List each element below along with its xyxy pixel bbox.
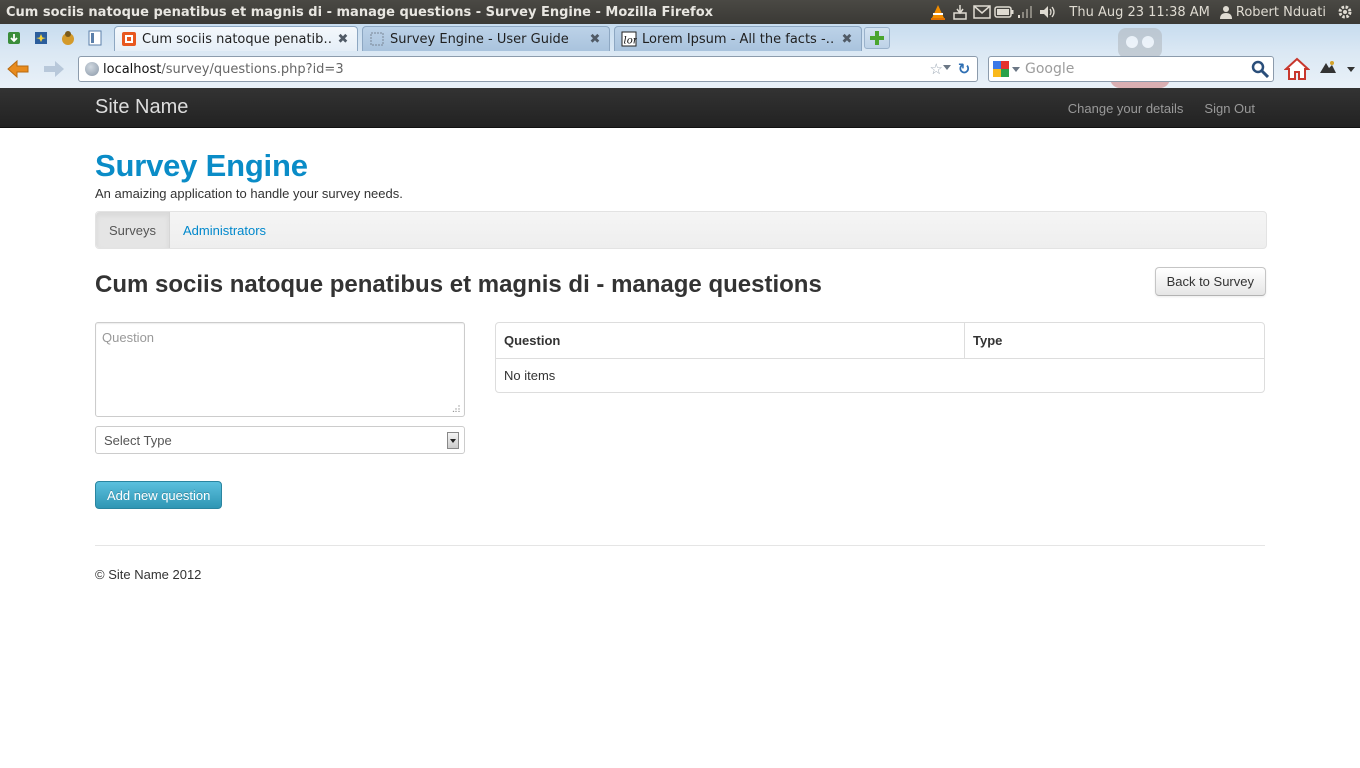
- user-name: Robert Nduati: [1235, 4, 1326, 20]
- user-icon: [1219, 6, 1232, 19]
- tab-label: Lorem Ipsum - All the facts -…: [642, 31, 835, 47]
- close-icon[interactable]: ✖: [587, 31, 603, 47]
- url-path: /survey/questions.php?id=3: [161, 61, 344, 77]
- tab-favicon-icon: [121, 31, 137, 47]
- questions-table: Question Type No items: [495, 322, 1265, 393]
- page-icon[interactable]: [83, 27, 106, 49]
- star-icon[interactable]: ☆: [930, 60, 943, 78]
- gear-icon[interactable]: [1334, 0, 1356, 24]
- select-value: Select Type: [104, 432, 172, 448]
- site-navbar: Site Name Change your details Sign Out: [0, 88, 1360, 128]
- navigation-toolbar: localhost/survey/questions.php?id=3 ☆ ↻ …: [0, 53, 1360, 86]
- update-icon[interactable]: [949, 0, 971, 24]
- subnav-item-administrators[interactable]: Administrators: [170, 212, 279, 248]
- footer-copyright: © Site Name 2012: [95, 567, 202, 582]
- tab-strip: Cum sociis natoque penatib… ✖ Survey Eng…: [0, 24, 1360, 51]
- subnav-item-surveys[interactable]: Surveys: [96, 212, 170, 248]
- table-header-row: Question Type: [496, 323, 1264, 358]
- app-tagline: An amaizing application to handle your s…: [95, 186, 403, 201]
- tab-lorem-ipsum[interactable]: lor Lorem Ipsum - All the facts -… ✖: [614, 26, 862, 51]
- add-question-button[interactable]: Add new question: [95, 481, 223, 509]
- plus-icon: [870, 31, 884, 45]
- battery-icon[interactable]: [993, 0, 1015, 24]
- addon-icon[interactable]: [56, 27, 79, 49]
- clock[interactable]: Thu Aug 23 11:38 AM: [1059, 5, 1219, 20]
- url-bar[interactable]: localhost/survey/questions.php?id=3 ☆ ↻: [78, 56, 978, 82]
- url-host: localhost: [103, 61, 162, 77]
- volume-icon[interactable]: [1037, 0, 1059, 24]
- close-icon[interactable]: ✖: [839, 31, 855, 47]
- table-row: No items: [496, 358, 1264, 392]
- mail-icon[interactable]: [971, 0, 993, 24]
- brand-link[interactable]: Site Name: [95, 96, 188, 119]
- question-input[interactable]: [95, 322, 465, 417]
- addon-toolbar-icon[interactable]: [1318, 59, 1340, 79]
- tab-label: Cum sociis natoque penatib…: [142, 31, 331, 47]
- column-header-question: Question: [504, 333, 561, 348]
- forward-arrow-icon[interactable]: [40, 57, 68, 81]
- new-tab-button[interactable]: [864, 27, 890, 49]
- app-title: Survey Engine: [95, 148, 308, 183]
- search-placeholder: Google: [1025, 61, 1075, 77]
- google-icon[interactable]: [993, 61, 1009, 77]
- close-icon[interactable]: ✖: [335, 31, 351, 47]
- tab-label: Survey Engine - User Guide: [390, 31, 569, 47]
- chevron-down-icon[interactable]: [447, 432, 459, 449]
- search-icon[interactable]: [1251, 60, 1269, 78]
- footer-divider: [95, 545, 1265, 546]
- user-menu[interactable]: Robert Nduati: [1219, 4, 1334, 20]
- tab-user-guide[interactable]: Survey Engine - User Guide ✖: [362, 26, 610, 51]
- back-arrow-icon[interactable]: [4, 57, 32, 81]
- window-title: Cum sociis natoque penatibus et magnis d…: [6, 4, 714, 20]
- chevron-down-icon[interactable]: [1012, 67, 1020, 72]
- chevron-down-icon[interactable]: [1347, 67, 1355, 72]
- empty-table-message: No items: [496, 358, 1264, 392]
- svg-text:lor: lor: [624, 36, 638, 47]
- sign-out-link[interactable]: Sign Out: [1204, 101, 1255, 116]
- os-top-panel: Cum sociis natoque penatibus et magnis d…: [0, 0, 1360, 24]
- tab-favicon-icon: lor: [621, 31, 637, 47]
- globe-icon: [85, 62, 99, 76]
- search-bar[interactable]: Google: [988, 56, 1274, 82]
- vlc-icon[interactable]: [927, 0, 949, 24]
- home-icon[interactable]: [1284, 56, 1310, 82]
- browser-chrome: Cum sociis natoque penatib… ✖ Survey Eng…: [0, 24, 1360, 88]
- sub-navigation: Surveys Administrators: [95, 211, 1267, 249]
- question-type-select[interactable]: Select Type: [95, 426, 465, 454]
- change-details-link[interactable]: Change your details: [1068, 101, 1184, 116]
- back-to-survey-button[interactable]: Back to Survey: [1154, 267, 1266, 296]
- reload-icon[interactable]: ↻: [955, 60, 973, 78]
- page-title: Cum sociis natoque penatibus et magnis d…: [95, 271, 822, 298]
- resize-grip-icon[interactable]: [452, 404, 460, 412]
- signal-icon[interactable]: [1015, 0, 1037, 24]
- bookmark-icon[interactable]: [29, 27, 52, 49]
- download-icon[interactable]: [2, 27, 25, 49]
- app-tabs: [2, 27, 106, 49]
- chevron-down-icon[interactable]: [943, 65, 951, 70]
- column-header-type: Type: [964, 323, 1264, 358]
- tab-favicon-icon: [369, 31, 385, 47]
- navbar-links: Change your details Sign Out: [1068, 88, 1255, 128]
- tab-survey-questions[interactable]: Cum sociis natoque penatib… ✖: [114, 26, 358, 51]
- indicator-area: Thu Aug 23 11:38 AM Robert Nduati: [927, 0, 1360, 24]
